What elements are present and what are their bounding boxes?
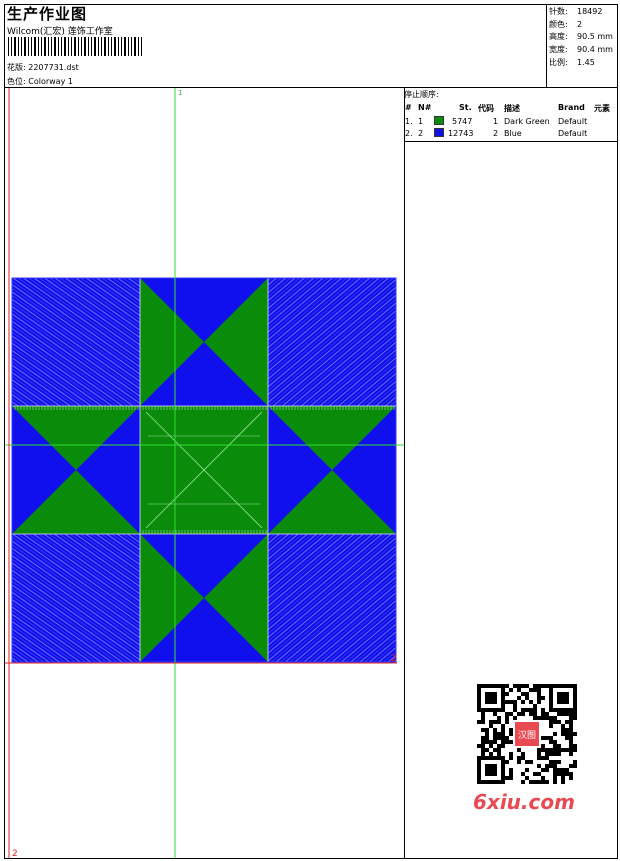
color-swatch bbox=[434, 116, 444, 125]
marker-bottom: 2 bbox=[12, 849, 18, 858]
watermark-text: 6xiu.com bbox=[473, 790, 575, 814]
design-label: 花版: bbox=[7, 63, 26, 72]
col-code: 代码 bbox=[478, 104, 494, 113]
col-element: 元素 bbox=[594, 104, 610, 113]
qr-code-icon: 汉图 bbox=[469, 680, 585, 792]
stop-sequence-title: 停止顺序: bbox=[404, 90, 439, 99]
panel-divider bbox=[404, 88, 405, 859]
stats-panel: 针数: 18492 颜色: 2 高度: 90.5 mm 宽度: 90.4 mm 比例: 1… bbox=[549, 6, 613, 70]
embroidery-design bbox=[11, 277, 397, 663]
col-stitches: St. bbox=[459, 103, 472, 112]
marker-right: 2 bbox=[391, 654, 397, 664]
studio-name: Wilcom(汇宏) 莲饰工作室 bbox=[7, 27, 113, 37]
col-index: # bbox=[405, 103, 412, 112]
marker-top: 1 bbox=[178, 89, 182, 97]
stats-divider bbox=[546, 4, 547, 87]
col-brand: Brand bbox=[558, 103, 585, 112]
design-file: 2207731.dst bbox=[28, 63, 79, 72]
design-canvas[interactable]: 1 2 2 bbox=[5, 88, 404, 858]
colorway-name: Colorway 1 bbox=[28, 77, 73, 86]
barcode-icon bbox=[8, 37, 142, 56]
qr-stamp: 汉图 bbox=[518, 730, 536, 741]
col-n: N# bbox=[418, 103, 432, 112]
table-bottom-divider bbox=[404, 141, 618, 142]
design-info: 花版: 2207731.dst bbox=[7, 62, 79, 73]
stat-colors: 颜色: 2 bbox=[549, 19, 583, 29]
stat-width: 宽度: 90.4 mm bbox=[549, 45, 613, 55]
colorway-info: 色位: Colorway 1 bbox=[7, 76, 73, 87]
stat-scale: 比例: 1.45 bbox=[549, 57, 595, 67]
page-title: 生产作业图 bbox=[7, 5, 88, 23]
color-swatch bbox=[434, 128, 444, 137]
col-description: 描述 bbox=[504, 104, 520, 113]
stat-stitches: 针数: 18492 bbox=[549, 7, 603, 16]
stat-height: 高度: 90.5 mm bbox=[549, 32, 613, 42]
colorway-label: 色位: bbox=[7, 77, 26, 86]
